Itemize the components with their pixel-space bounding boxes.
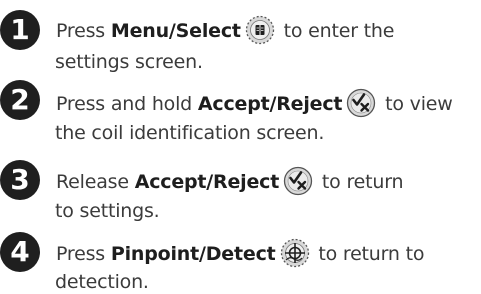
step-text-line2: detection. — [55, 271, 149, 293]
accept-reject-icon — [283, 166, 313, 196]
step-text-pre: Press — [56, 20, 111, 42]
step-text-post: to enter the — [277, 20, 395, 42]
menu-select-icon — [245, 15, 275, 45]
step-text-pre: Press and hold — [56, 93, 198, 115]
step-text-pre: Release — [56, 171, 135, 193]
button-name: Accept/Reject — [197, 93, 343, 115]
step-text-line2: settings screen. — [55, 51, 203, 73]
step-number-badge: 2 — [0, 80, 40, 120]
button-name: Menu/Select — [110, 20, 241, 42]
step-number-badge: 4 — [0, 232, 40, 272]
step-number-badge: 1 — [0, 10, 40, 50]
button-name: Pinpoint/Detect — [110, 243, 276, 265]
step-text-line1: Press and hold Accept/Reject to view — [56, 88, 453, 118]
step-text-post: to return to — [312, 243, 425, 265]
step-text-post: to view — [379, 93, 453, 115]
step-text-line2: the coil identification screen. — [55, 122, 325, 144]
accept-reject-icon — [346, 88, 376, 118]
step-text-line1: Release Accept/Reject to return — [56, 166, 404, 196]
step-text-pre: Press — [56, 243, 111, 265]
button-name: Accept/Reject — [134, 171, 280, 193]
step-text-line1: Press Menu/Select to enter the — [56, 15, 394, 45]
pinpoint-detect-icon — [280, 238, 310, 268]
step-text-post: to return — [316, 171, 404, 193]
step-text-line2: to settings. — [55, 200, 160, 222]
step-text-line1: Press Pinpoint/Detect to return to — [56, 238, 424, 268]
step-number-badge: 3 — [0, 160, 40, 200]
